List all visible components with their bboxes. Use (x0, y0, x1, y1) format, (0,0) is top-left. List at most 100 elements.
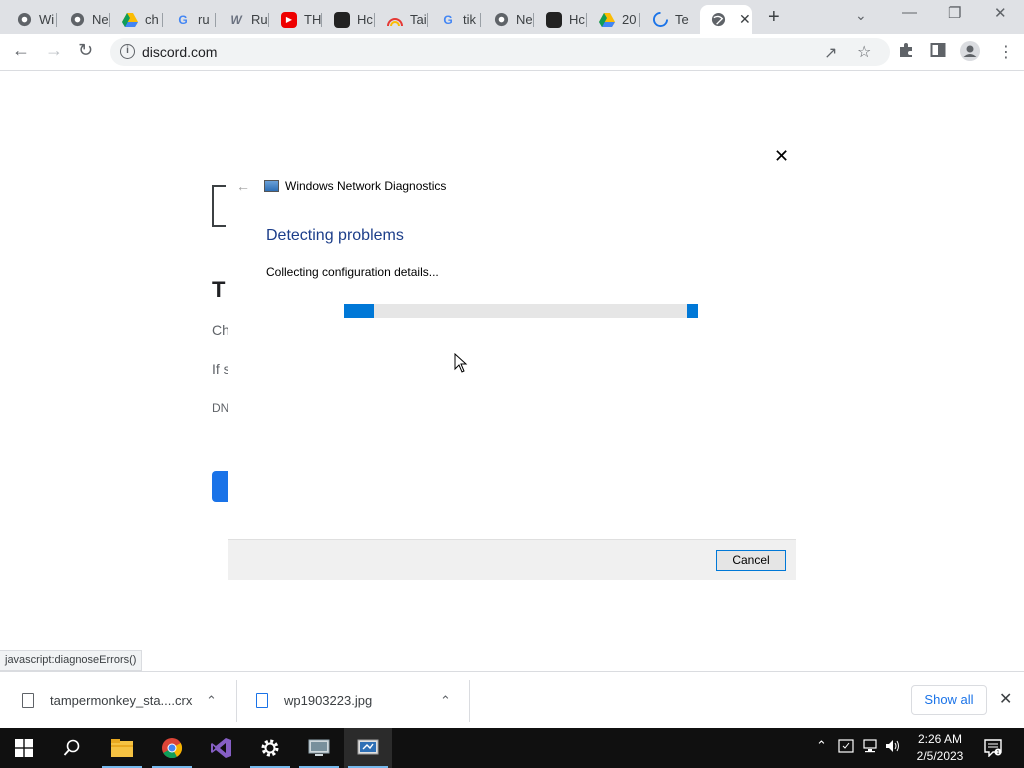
address-bar[interactable]: i discord.com ↗ ☆ (110, 38, 890, 66)
close-icon[interactable]: ✕ (774, 146, 789, 167)
extensions-puzzle-icon[interactable] (898, 42, 914, 63)
new-tab-button[interactable]: + (768, 6, 780, 29)
tab-label: Ne (516, 12, 533, 27)
dialog-app-title: Windows Network Diagnostics (285, 179, 447, 193)
file-icon (22, 693, 34, 708)
back-arrow-icon[interactable]: ← (12, 40, 30, 61)
browser-tab[interactable]: Gru (165, 5, 216, 34)
menu-dots-icon[interactable]: ⋮ (998, 42, 1014, 62)
app-icon (334, 11, 350, 28)
progress-marquee-segment (344, 304, 374, 318)
tab-label: Ne (92, 12, 109, 27)
loading-icon (652, 12, 668, 28)
network-diagnostics-icon (264, 180, 279, 192)
bookmark-star-icon[interactable]: ☆ (857, 42, 871, 62)
network-diagnostics-taskbar-button[interactable] (344, 728, 392, 768)
forward-arrow-icon[interactable]: → (45, 40, 63, 61)
tab-label: ru (198, 12, 210, 27)
taskbar-clock[interactable]: 2:26 AM 2/5/2023 (908, 731, 972, 765)
browser-tab[interactable]: 20 (589, 5, 640, 34)
browser-tab-active[interactable]: ✕ (700, 5, 752, 34)
shield-icon[interactable] (838, 738, 854, 757)
page-illustration-fragment (212, 185, 226, 227)
gear-icon (261, 739, 279, 757)
close-icon[interactable]: ✕ (999, 689, 1012, 709)
windows-taskbar: ⌃ 2:26 AM 2/5/2023 1 (0, 728, 1024, 768)
svg-text:1: 1 (997, 750, 1000, 756)
image-file-icon (256, 693, 268, 708)
network-icon[interactable] (862, 738, 878, 757)
browser-tab[interactable]: W Ru (218, 5, 269, 34)
app-icon (546, 11, 562, 28)
file-explorer-button[interactable] (98, 728, 146, 768)
visual-studio-icon (211, 738, 231, 758)
chevron-up-icon[interactable]: ⌃ (206, 693, 217, 709)
tab-label: TH (304, 12, 322, 27)
tab-label: Hc (357, 12, 373, 27)
progress-marquee-segment (687, 304, 698, 318)
tab-label: ch (145, 12, 159, 27)
tray-overflow-chevron-icon[interactable]: ⌃ (816, 738, 827, 754)
google-drive-icon (122, 12, 138, 28)
chrome-icon (493, 12, 509, 28)
show-all-button[interactable]: Show all (911, 685, 987, 715)
browser-tab[interactable]: Ne (483, 5, 534, 34)
browser-tab[interactable]: ch (112, 5, 163, 34)
chrome-icon (16, 12, 32, 28)
network-app-button[interactable] (295, 728, 343, 768)
download-filename: wp1903223.jpg (284, 693, 373, 708)
back-arrow-icon[interactable]: ← (236, 178, 250, 194)
folder-icon (111, 739, 133, 757)
tab-search-chevron-icon[interactable]: ⌄ (855, 7, 867, 24)
reload-icon[interactable]: ↻ (78, 40, 93, 61)
page-button-fragment[interactable] (212, 471, 228, 502)
chrome-icon (162, 738, 183, 759)
tab-label: Hc (569, 12, 585, 27)
progress-bar (344, 304, 698, 318)
chevron-up-icon[interactable]: ⌃ (440, 693, 451, 709)
browser-tab[interactable]: Te (642, 5, 693, 34)
browser-tab[interactable]: Hc (324, 5, 375, 34)
download-item[interactable]: wp1903223.jpg ⌃ (256, 672, 466, 729)
close-tab-icon[interactable]: ✕ (739, 11, 751, 28)
minimize-icon[interactable]: — (902, 4, 917, 21)
rainbow-icon (387, 12, 403, 28)
settings-button[interactable] (246, 728, 294, 768)
profile-avatar-icon[interactable] (960, 41, 980, 66)
browser-tab[interactable]: ▶ TH (271, 5, 322, 34)
youtube-icon: ▶ (281, 11, 297, 28)
window-close-icon[interactable]: ✕ (994, 4, 1007, 22)
dialog-footer: Cancel (228, 539, 796, 580)
tab-label: 20 (622, 12, 637, 27)
tab-label: tik (463, 12, 476, 27)
chrome-icon (69, 12, 85, 28)
search-icon (63, 739, 80, 756)
browser-tab[interactable]: Gtik (430, 5, 481, 34)
download-item[interactable]: tampermonkey_sta....crx ⌃ (22, 672, 232, 729)
download-filename: tampermonkey_sta....crx (50, 693, 193, 708)
site-info-icon[interactable]: i (120, 44, 135, 59)
chrome-taskbar-button[interactable] (148, 728, 196, 768)
browser-tab[interactable]: Wi (6, 5, 57, 34)
tab-label: Wi (39, 12, 55, 27)
browser-tab[interactable]: Tai (377, 5, 428, 34)
cancel-button[interactable]: Cancel (716, 550, 786, 571)
page-heading-fragment: T (212, 277, 226, 302)
tab-label: Ru (251, 12, 268, 27)
side-panel-icon[interactable] (930, 42, 946, 63)
url-text[interactable]: discord.com (142, 44, 217, 60)
volume-icon[interactable] (885, 738, 901, 757)
browser-tab[interactable]: Ne (59, 5, 110, 34)
search-button[interactable] (48, 728, 96, 768)
visual-studio-button[interactable] (197, 728, 245, 768)
network-diagnostics-icon (357, 739, 379, 755)
notification-icon[interactable]: 1 (984, 739, 1002, 760)
browser-tab[interactable]: Hc (536, 5, 587, 34)
restore-icon[interactable]: ❐ (948, 4, 961, 22)
google-icon: G (178, 12, 188, 27)
share-icon[interactable]: ↗ (824, 43, 837, 63)
tab-label: Tai (410, 12, 427, 27)
page-text-fragment: DN (212, 401, 230, 415)
start-button[interactable] (0, 728, 48, 768)
browser-toolbar: ← → ↻ i discord.com ↗ ☆ ⋮ (0, 34, 1024, 71)
